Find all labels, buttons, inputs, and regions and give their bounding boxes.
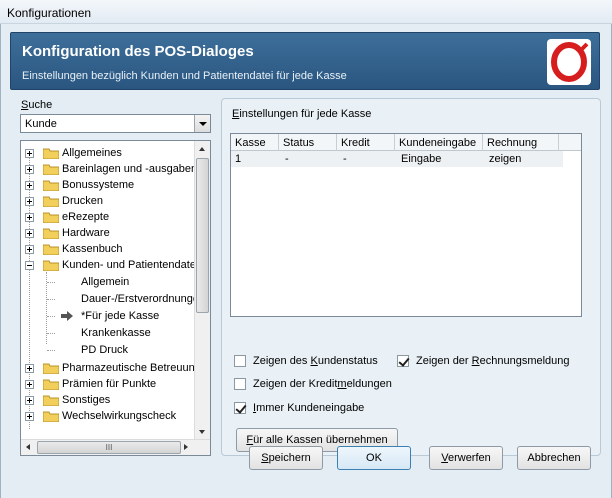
column-header[interactable]: Kredit [337,134,395,151]
arrow-right-icon [61,311,73,321]
window-titlebar: Konfigurationen [0,0,612,24]
checkbox-box[interactable] [234,355,246,367]
red-ring-logo-icon [551,42,589,82]
cancel-button[interactable]: Abbrechen [517,446,591,470]
expand-icon[interactable] [25,149,34,158]
folder-icon [43,212,59,223]
folder-icon [43,395,59,406]
folder-icon [43,363,59,374]
chevron-down-icon[interactable] [194,115,210,132]
scroll-right-icon[interactable] [184,444,188,450]
dialog-header: Konfiguration des POS-Dialoges Einstellu… [10,32,600,90]
table-row[interactable]: 1 - - Eingabe zeigen [231,151,563,167]
folder-icon [43,148,59,159]
expand-icon[interactable] [25,197,34,206]
tree-vertical-scrollbar[interactable] [194,141,210,440]
expand-icon[interactable] [25,165,34,174]
dialog-window: Konfiguration des POS-Dialoges Einstellu… [0,24,612,498]
search-combobox-value: Kunde [25,118,57,130]
dialog-title: Konfiguration des POS-Dialoges [22,43,254,60]
collapse-icon[interactable] [25,261,34,270]
expand-icon[interactable] [25,213,34,222]
panel-title: Einstellungen für jede Kasse [232,108,372,120]
open-folder-icon [43,260,59,271]
kasse-table[interactable]: Kasse Status Kredit Kundeneingabe Rechnu… [230,133,582,317]
column-header[interactable]: Status [279,134,337,151]
logo [547,39,591,85]
folder-icon [43,164,59,175]
checkbox-box[interactable] [397,355,409,367]
scroll-left-icon[interactable] [26,444,30,450]
scroll-thumb[interactable] [196,158,209,313]
checkbox-box[interactable] [234,378,246,390]
table-header: Kasse Status Kredit Kundeneingabe Rechnu… [231,134,581,151]
config-tree[interactable]: Allgemeines Bareinlagen und -ausgaben Bo… [20,140,211,456]
folder-icon [43,411,59,422]
column-header[interactable]: Rechnung [483,134,559,151]
scroll-thumb[interactable]: III [37,441,181,454]
search-label: Suche [21,99,53,111]
checkbox-box[interactable] [234,402,246,414]
window-title: Konfigurationen [7,6,92,20]
expand-icon[interactable] [25,380,34,389]
ok-button[interactable]: OK [337,446,411,470]
expand-icon[interactable] [25,412,34,421]
expand-icon[interactable] [25,364,34,373]
column-header[interactable]: Kasse [231,134,279,151]
expand-icon[interactable] [25,229,34,238]
search-combobox[interactable]: Kunde [20,114,211,133]
folder-icon [43,228,59,239]
dialog-subtitle: Einstellungen bezüglich Kunden und Patie… [22,70,347,82]
expand-icon[interactable] [25,396,34,405]
folder-icon [43,180,59,191]
discard-button[interactable]: Verwerfen [429,446,503,470]
scroll-up-icon[interactable] [199,147,205,151]
folder-icon [43,196,59,207]
expand-icon[interactable] [25,181,34,190]
folder-icon [43,244,59,255]
column-header[interactable]: Kundeneingabe [395,134,483,151]
folder-icon [43,379,59,390]
expand-icon[interactable] [25,245,34,254]
tree-horizontal-scrollbar[interactable]: III [21,439,210,455]
scroll-down-icon[interactable] [199,430,205,434]
save-button[interactable]: Speichern [249,446,323,470]
settings-panel: Einstellungen für jede Kasse Kasse Statu… [221,98,601,456]
